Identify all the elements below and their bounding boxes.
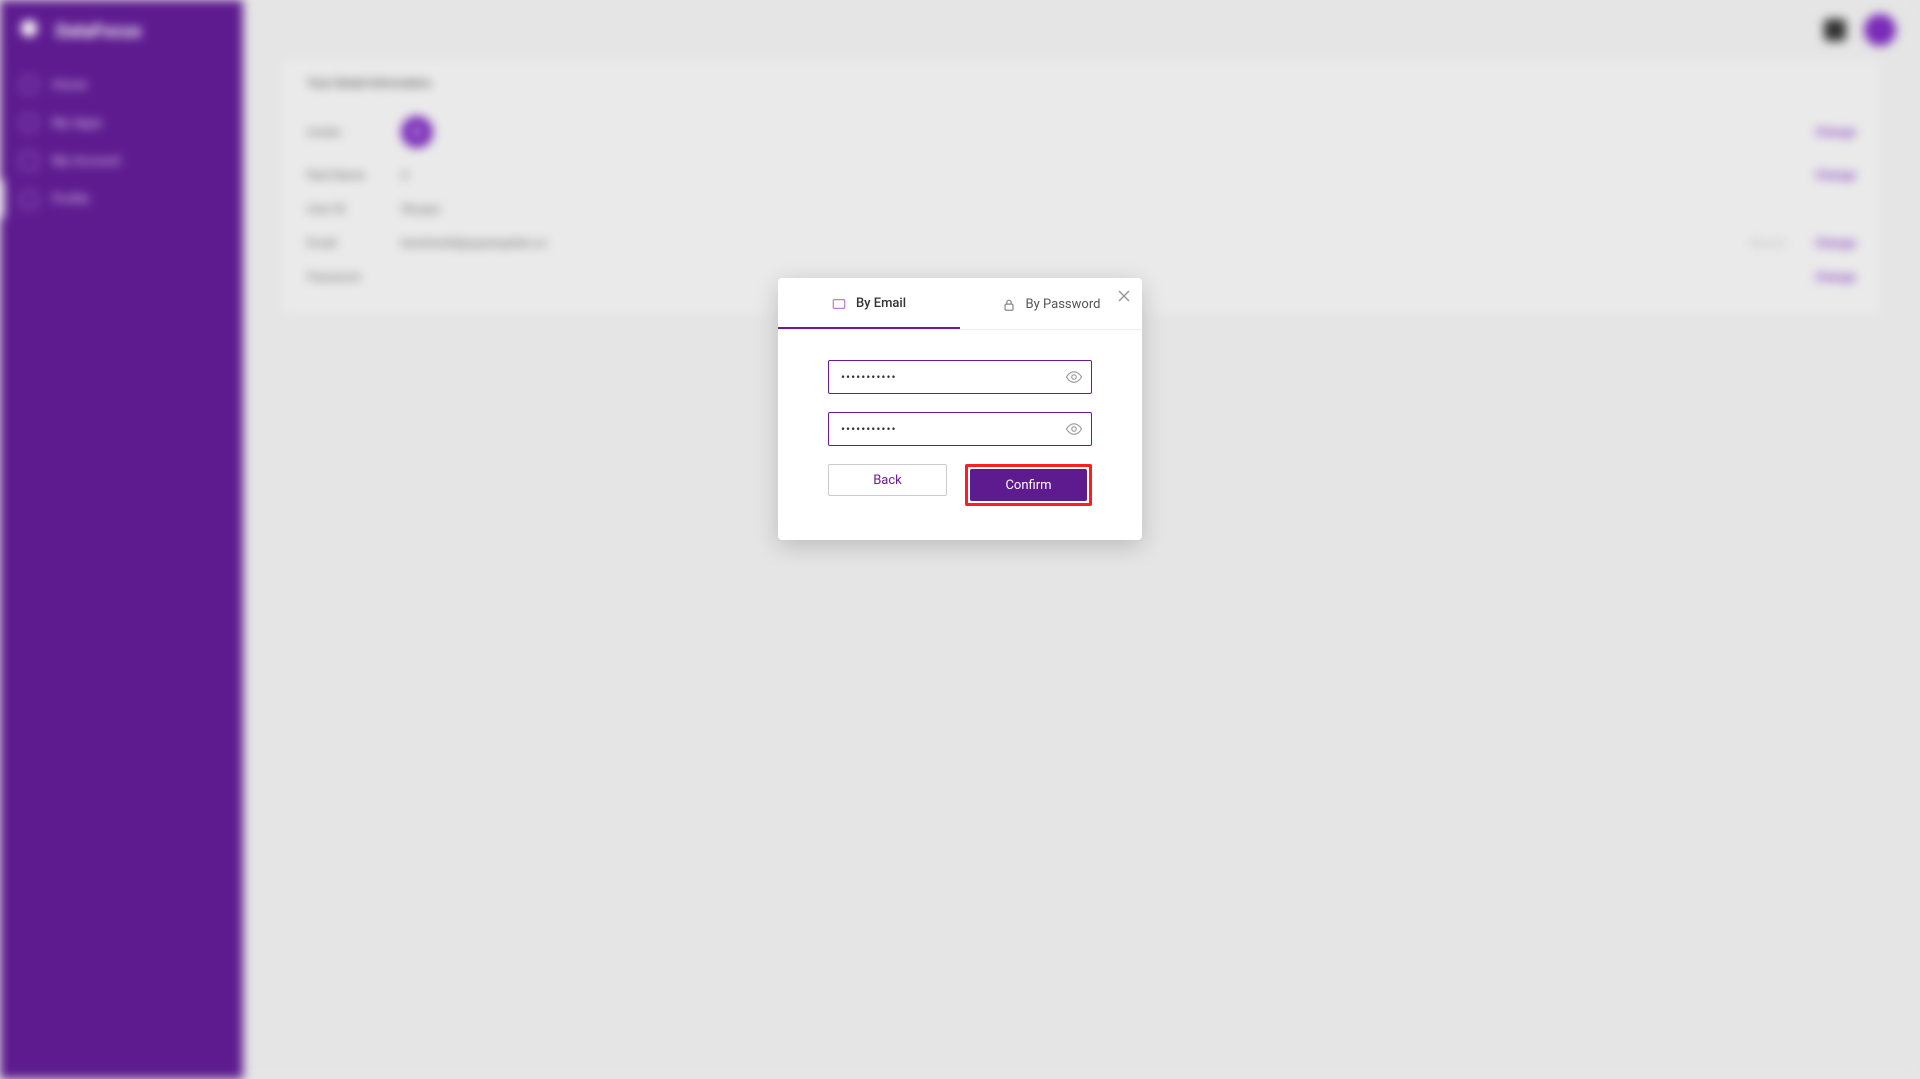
email-icon	[832, 297, 846, 311]
confirm-password-field-wrap	[828, 412, 1092, 446]
new-password-field-wrap	[828, 360, 1092, 394]
eye-icon[interactable]	[1064, 367, 1084, 387]
back-button[interactable]: Back	[828, 464, 947, 496]
tab-by-password[interactable]: By Password	[960, 278, 1142, 329]
confirm-highlight: Confirm	[965, 464, 1092, 506]
password-modal: By Email By Password	[778, 278, 1142, 540]
tab-by-password-label: By Password	[1026, 297, 1101, 312]
modal-tabs: By Email By Password	[778, 278, 1142, 330]
tab-by-email-label: By Email	[856, 296, 906, 311]
modal-overlay: By Email By Password	[0, 0, 1920, 1079]
eye-icon[interactable]	[1064, 419, 1084, 439]
new-password-input[interactable]	[828, 360, 1092, 394]
confirm-button[interactable]: Confirm	[970, 469, 1087, 501]
lock-icon	[1002, 298, 1016, 312]
tab-by-email[interactable]: By Email	[778, 278, 960, 329]
confirm-password-input[interactable]	[828, 412, 1092, 446]
close-icon[interactable]	[1116, 288, 1132, 304]
